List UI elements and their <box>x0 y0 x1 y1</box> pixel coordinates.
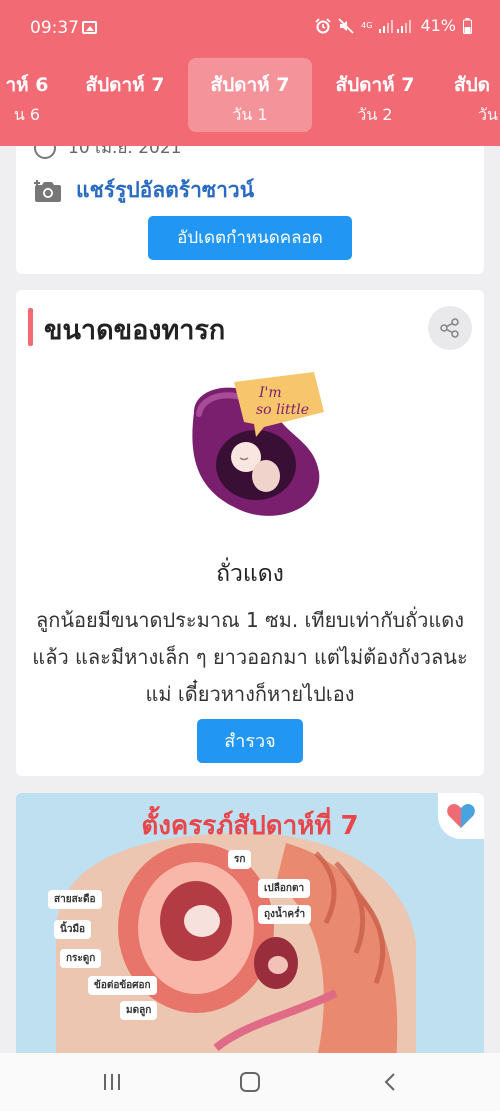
label-placenta: รก <box>228 850 252 869</box>
heart-badge[interactable] <box>438 793 484 839</box>
kidney-bean-illustration: I'm so little <box>192 372 324 516</box>
clock-icon <box>34 146 56 159</box>
label-fingers: นิ้วมือ <box>54 920 92 939</box>
back-icon <box>384 1073 395 1091</box>
baby-size-card: ขนาดของทารก I'm so little ถั่วแดง ลูกน้อ… <box>16 290 484 776</box>
system-navigation-bar <box>0 1053 500 1111</box>
section-title: ขนาดของทารก <box>44 315 226 346</box>
speech-bubble-text: I'm <box>258 385 282 401</box>
label-uterus: มดลูก <box>120 1001 158 1020</box>
app-header: 09:37 4G 41% าห์ 6 น 6 สัปดาห์ 7 สัปดาห์… <box>0 0 500 146</box>
tab-week-label: สัปดาห์ 7 <box>85 74 165 96</box>
speech-bubble-text: so little <box>256 402 309 418</box>
tab-week-label: สัปดาห์ 7 <box>335 74 415 96</box>
signal-icon <box>379 19 412 33</box>
battery-percent: 41% <box>420 16 456 35</box>
tab-day-label: น 6 <box>13 105 41 124</box>
tab-week-label: สัปดาห์ 7 <box>210 74 290 96</box>
back-button[interactable] <box>370 1065 410 1099</box>
home-button[interactable] <box>230 1065 270 1099</box>
tab-day-label: วัน 1 <box>232 105 268 124</box>
share-ultrasound-label: แชร์รูปอัลตร้าซาวน์ <box>76 178 255 202</box>
tab-week-7[interactable]: สัปดาห์ 7 <box>68 58 182 132</box>
battery-icon <box>463 17 472 34</box>
fruit-description: ลูกน้อยมีขนาดประมาณ 1 ซม. เทียบเท่ากับถั… <box>32 608 468 706</box>
title-accent-bar <box>28 308 33 346</box>
status-icons: 4G 41% <box>315 16 472 35</box>
tab-day-label: วัน 2 <box>357 105 393 124</box>
label-eyelid: เปลือกตา <box>258 879 311 898</box>
share-ultrasound-link[interactable]: แชร์รูปอัลตร้าซาวน์ <box>34 174 254 207</box>
due-date-card: 10 เม.ย. 2021 แชร์รูปอัลตร้าซาวน์ อัปเดต… <box>16 146 484 274</box>
image-icon <box>82 21 97 34</box>
mute-icon <box>338 17 354 34</box>
camera-icon <box>34 179 61 202</box>
label-amniotic-sac: ถุงน้ำคร่ำ <box>258 905 312 924</box>
status-bar: 09:37 4G 41% <box>0 0 500 58</box>
tab-week-7-day-1[interactable]: สัปดาห์ 7 วัน 1 <box>188 58 312 132</box>
tab-week-label: าห์ 6 <box>5 74 49 96</box>
label-elbow-joint: ข้อต่อข้อศอก <box>88 976 157 995</box>
explore-button[interactable]: สำรวจ <box>197 719 303 763</box>
tab-day-label: วัน <box>478 105 498 124</box>
tab-week-6[interactable]: าห์ 6 น 6 <box>0 58 62 132</box>
fruit-name: ถั่วแดง <box>216 561 284 587</box>
share-button[interactable] <box>428 306 472 350</box>
tab-week-7-day-2[interactable]: สัปดาห์ 7 วัน 2 <box>318 58 432 132</box>
due-date-row: 10 เม.ย. 2021 <box>34 146 182 161</box>
share-icon <box>440 318 459 338</box>
alarm-icon <box>315 17 331 33</box>
status-time: 09:37 <box>30 18 79 38</box>
label-umbilical-cord: สายสะดือ <box>48 890 102 909</box>
network-label: 4G <box>361 20 373 30</box>
recents-icon <box>104 1074 120 1090</box>
label-bones: กระดูก <box>60 949 102 968</box>
home-icon <box>240 1072 260 1092</box>
due-date: 10 เม.ย. 2021 <box>68 146 182 158</box>
infographic-title: ตั้งครรภ์สัปดาห์ที่ 7 <box>141 811 359 841</box>
recents-button[interactable] <box>92 1065 132 1099</box>
week-tabs: าห์ 6 น 6 สัปดาห์ 7 สัปดาห์ 7 วัน 1 สัปด… <box>0 58 500 132</box>
heart-icon <box>447 804 475 828</box>
tab-week-label: สัปด <box>454 74 490 96</box>
week-infographic-card[interactable]: ตั้งครรภ์สัปดาห์ที่ 7 รก เปลือกตา ถุงน้ำ… <box>16 793 484 1063</box>
tab-week-next[interactable]: สัปด วัน <box>448 58 500 132</box>
update-due-date-button[interactable]: อัปเดตกำหนดคลอด <box>148 216 352 260</box>
